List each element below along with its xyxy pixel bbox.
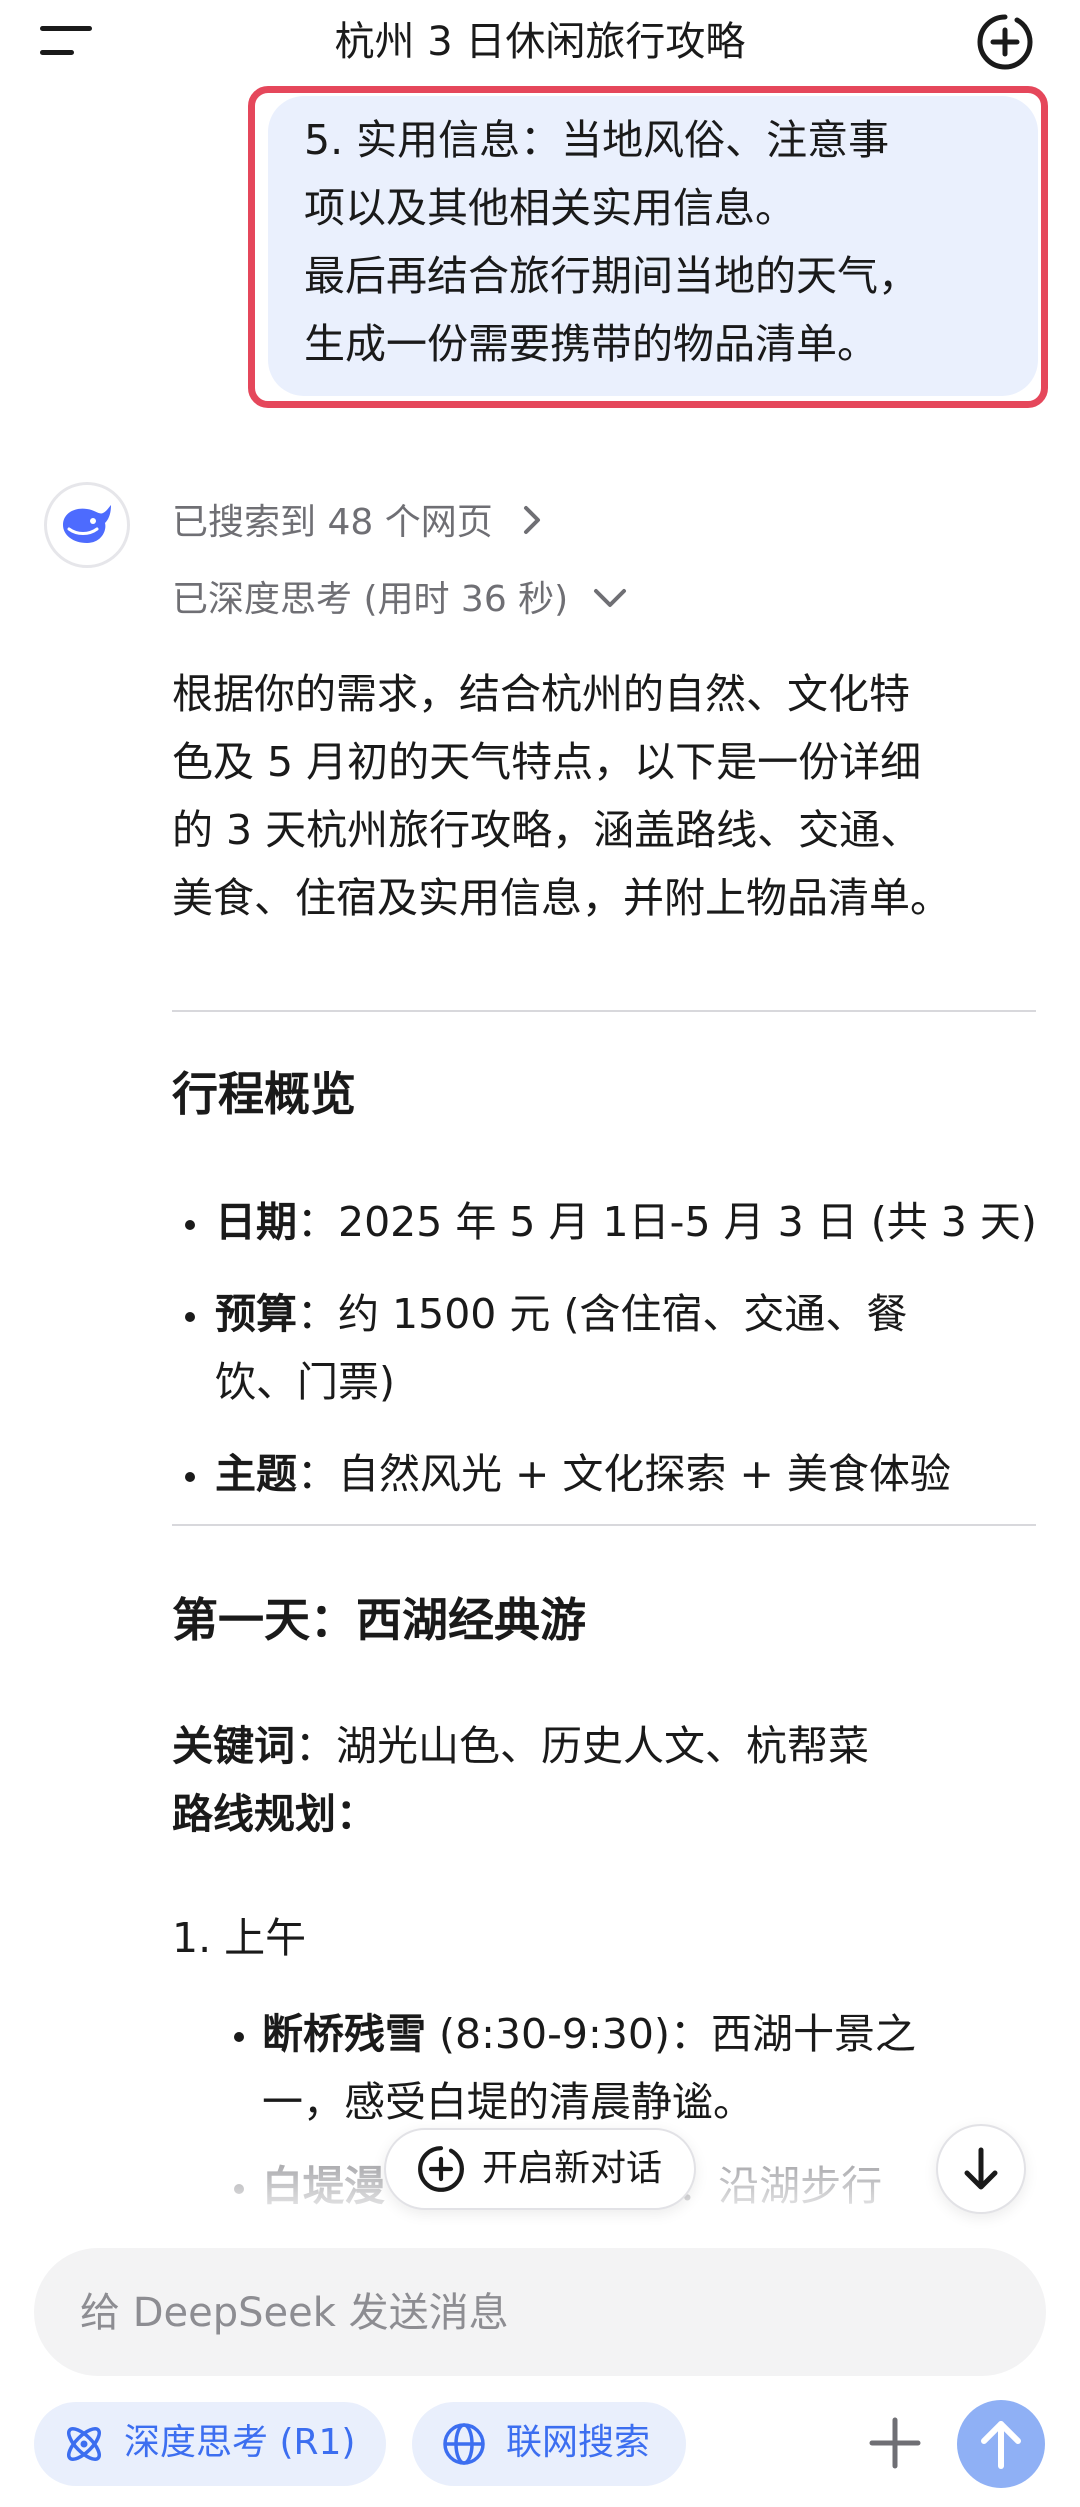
new-chat-label: 开启新对话 — [482, 2148, 663, 2189]
chevron-down-icon — [593, 589, 626, 607]
item-key: 白堤漫 — [262, 2162, 385, 2210]
item-key: 断桥残雪 — [262, 2010, 426, 2058]
item-value: 自然风光 + 文化探索 + 美食体验 — [338, 1450, 951, 1498]
highlight-box — [248, 86, 1048, 408]
atom-icon — [67, 2427, 101, 2461]
think-status-text: 已深度思考 (用时 36 秒) — [172, 579, 569, 620]
start-new-chat-button[interactable]: 开启新对话 — [384, 2128, 696, 2210]
item-key: 主题 — [215, 1450, 297, 1498]
overview-heading: 行程概览 — [172, 1067, 356, 1121]
keywords-value: 湖光山色、历史人文、杭帮菜 — [336, 1722, 869, 1770]
day1-keywords: 关键词：湖光山色、历史人文、杭帮菜 — [172, 1722, 869, 1770]
overview-item-date: 日期：2025 年 5 月 1日-5 月 3 日 (共 3 天) — [185, 1188, 1037, 1256]
intro-line: 的 3 天杭州旅行攻略，涵盖路线、交通、 — [172, 806, 922, 854]
assistant-intro: 根据你的需求，结合杭州的自然、文化特 色及 5 月初的天气特点，以下是一份详细 … — [172, 660, 1042, 932]
item-key: 预算 — [215, 1290, 297, 1338]
web-search-toggle[interactable]: 联网搜索 — [412, 2402, 686, 2486]
item-value: 2025 年 5 月 1日-5 月 3 日 (共 3 天) — [338, 1198, 1037, 1246]
new-chat-button[interactable] — [975, 12, 1035, 72]
arrow-up-icon — [981, 2421, 1021, 2469]
item-value: 约 1500 元 (含住宿、交通、餐 — [338, 1290, 908, 1338]
plus-circle-icon — [977, 14, 1033, 70]
item-key: 日期 — [215, 1198, 297, 1246]
day1-section-morning: 1. 上午 — [172, 1914, 307, 1962]
keywords-key: 关键词 — [172, 1722, 295, 1770]
item-value-cont: 饮、门票) — [215, 1358, 395, 1406]
globe-icon — [443, 2423, 485, 2465]
chevron-right-icon — [524, 506, 541, 534]
overview-item-budget: 预算：约 1500 元 (含住宿、交通、餐 饮、门票) — [185, 1280, 908, 1416]
arrow-down-icon — [964, 2147, 998, 2190]
item-value-cont: 一，感受白堤的清晨静谧。 — [262, 2078, 754, 2126]
search-status-text: 已搜索到 48 个网页 — [172, 502, 493, 543]
plus-icon — [869, 2417, 921, 2469]
day1-heading: 第一天：西湖经典游 — [172, 1593, 586, 1647]
divider — [172, 1524, 1036, 1526]
deep-think-label: 深度思考 (R1) — [124, 2422, 356, 2463]
message-input-container[interactable] — [34, 2248, 1046, 2378]
attach-button[interactable] — [862, 2410, 928, 2476]
item-value: (8:30-9:30)：西湖十景之 — [426, 2010, 916, 2058]
think-toggle[interactable]: 已深度思考 (用时 36 秒) — [172, 575, 630, 625]
intro-line: 色及 5 月初的天气特点，以下是一份详细 — [172, 738, 922, 786]
overview-item-theme: 主题：自然风光 + 文化探索 + 美食体验 — [185, 1440, 951, 1508]
message-input[interactable] — [78, 2248, 982, 2378]
divider — [172, 1010, 1036, 1012]
day1-route-label: 路线规划： — [172, 1790, 377, 1838]
send-button[interactable] — [957, 2400, 1045, 2488]
page-title: 杭州 3 日休闲旅行攻略 — [334, 19, 746, 65]
assistant-avatar — [44, 482, 130, 568]
scroll-down-button[interactable] — [936, 2124, 1026, 2214]
deepseek-whale-icon — [63, 505, 111, 543]
search-results-link[interactable]: 已搜索到 48 个网页 — [172, 498, 548, 548]
day1-item-broken-bridge: 断桥残雪 (8:30-9:30)：西湖十景之 一，感受白堤的清晨静谧。 — [234, 2000, 916, 2136]
deep-think-toggle[interactable]: 深度思考 (R1) — [34, 2402, 386, 2486]
web-search-label: 联网搜索 — [506, 2422, 651, 2463]
intro-line: 美食、住宿及实用信息，并附上物品清单。 — [172, 874, 951, 922]
intro-line: 根据你的需求，结合杭州的自然、文化特 — [172, 670, 910, 718]
plus-circle-icon — [418, 2146, 464, 2192]
